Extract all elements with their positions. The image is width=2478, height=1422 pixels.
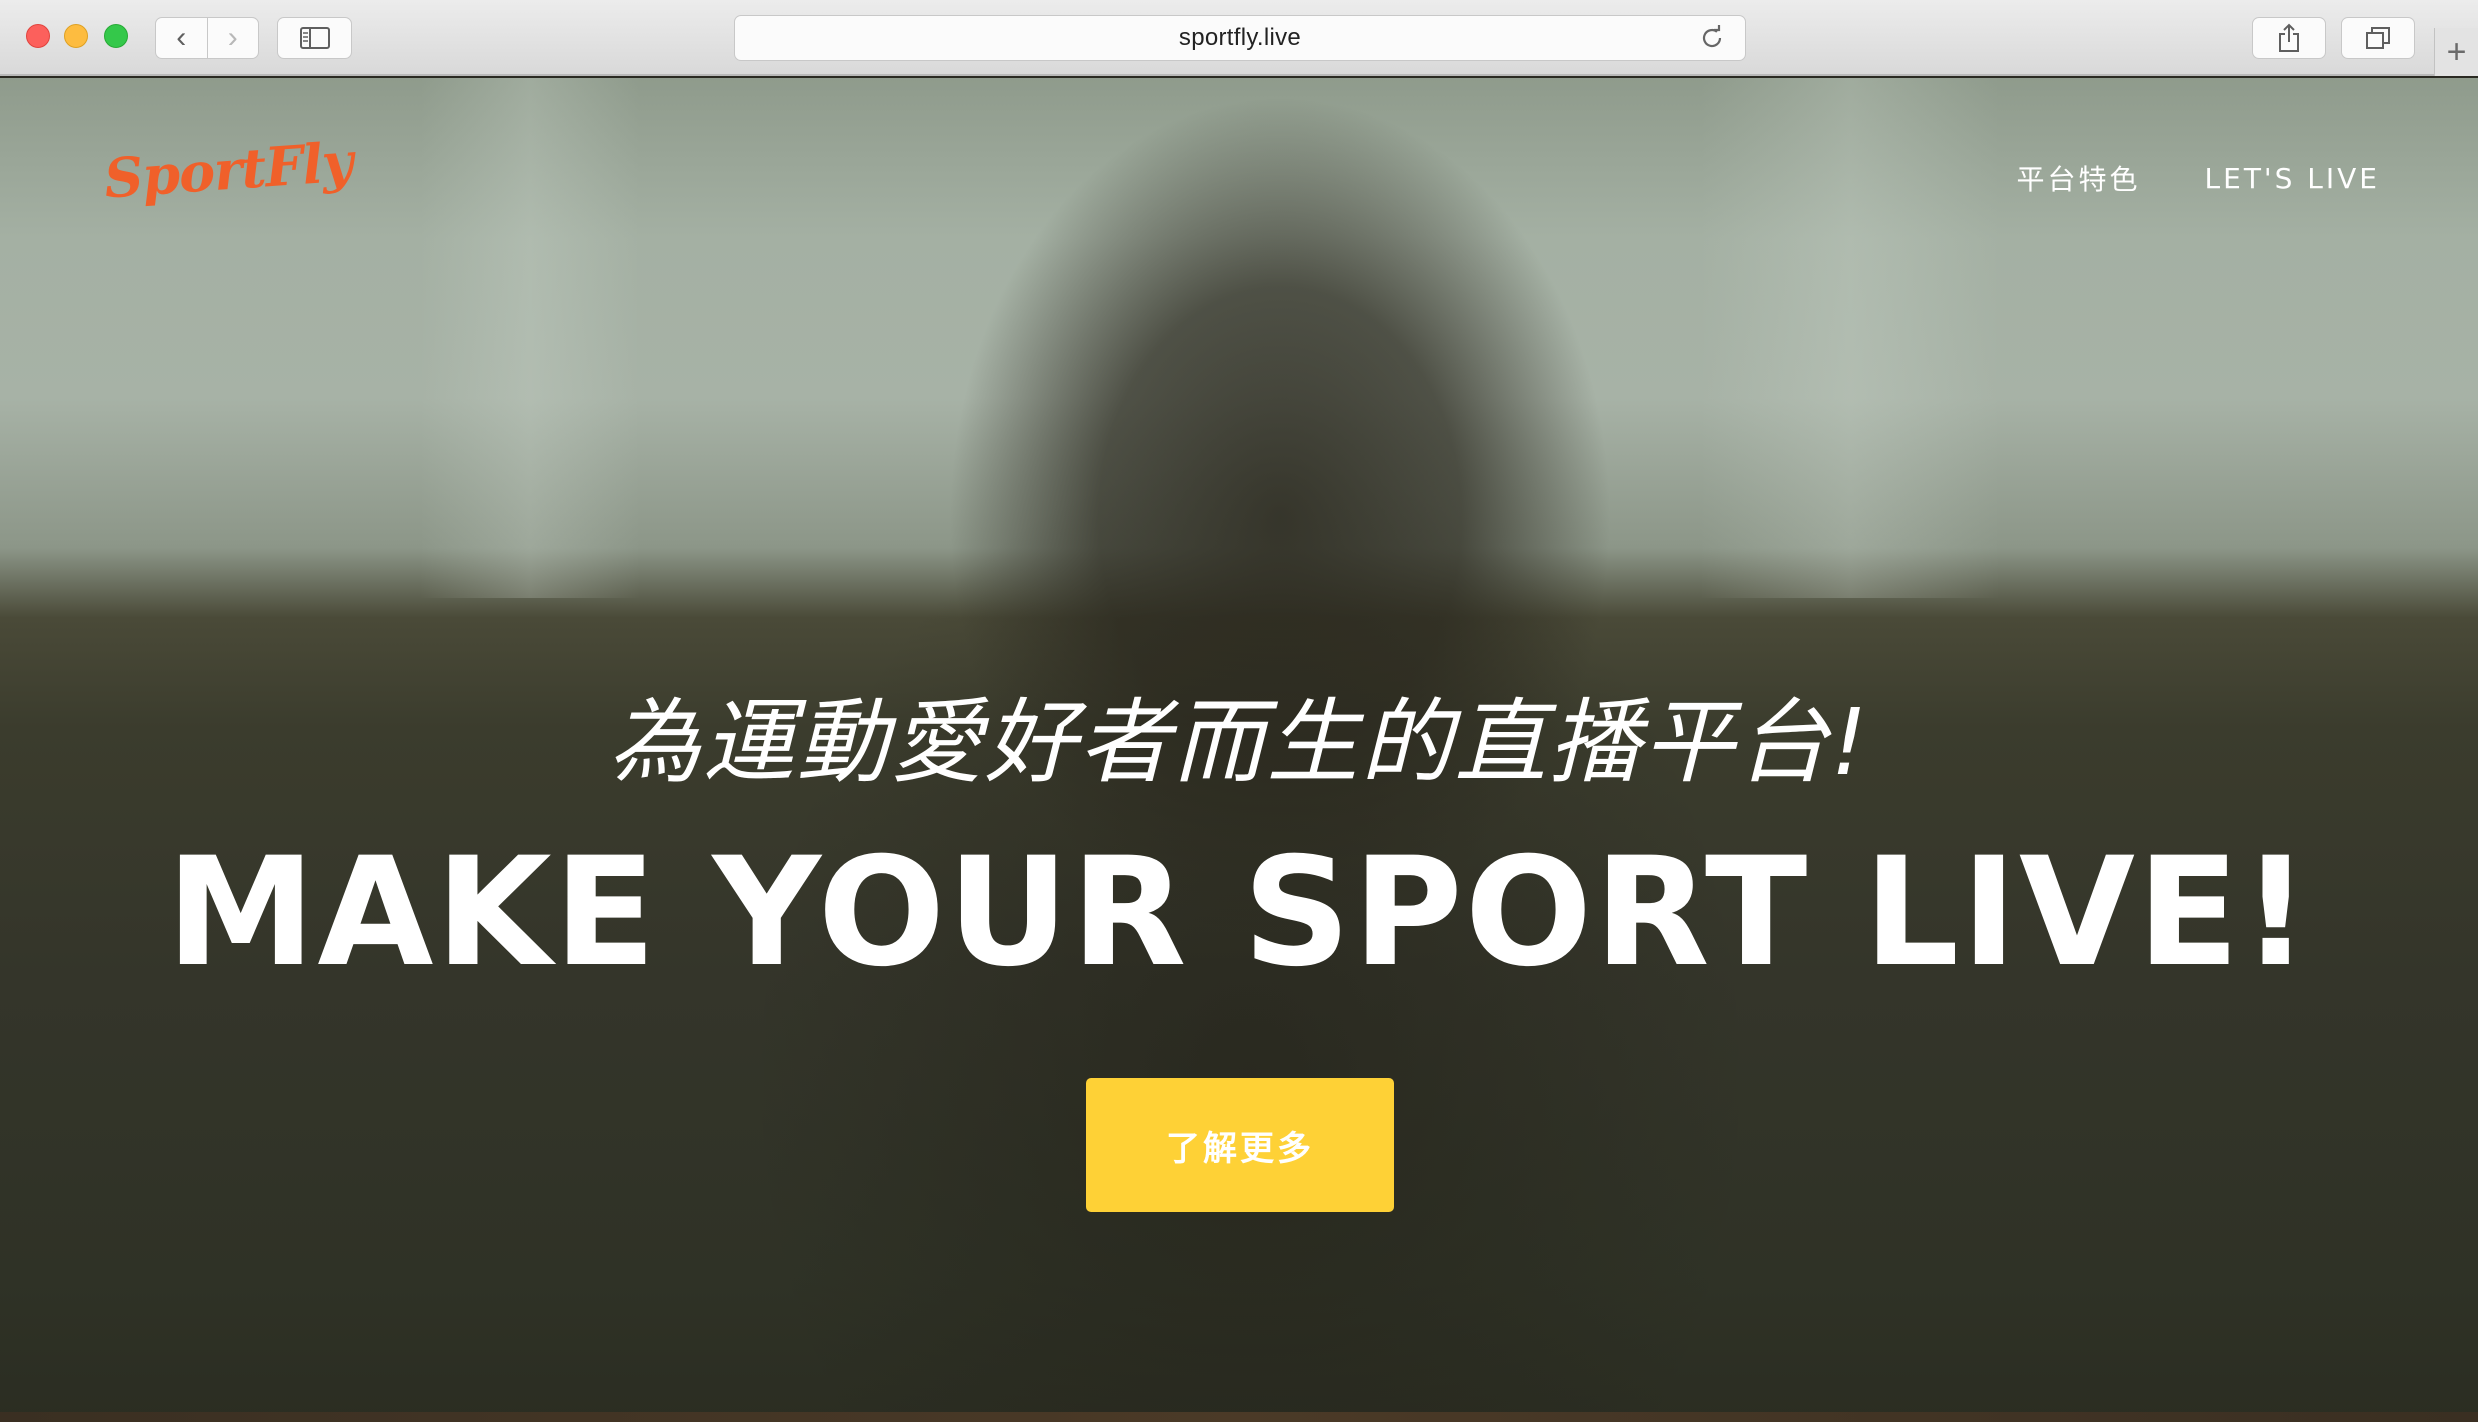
close-window-button[interactable]	[26, 24, 50, 48]
browser-toolbar: ‹ › sportfly.live +	[0, 0, 2478, 76]
forward-button[interactable]: ›	[206, 18, 259, 58]
share-button[interactable]	[2252, 17, 2326, 59]
sidebar-icon	[299, 27, 330, 49]
background-light	[420, 78, 640, 598]
sidebar-toggle-button[interactable]	[277, 17, 352, 59]
back-button[interactable]: ‹	[156, 18, 207, 58]
tabs-overview-icon	[2366, 27, 2390, 49]
reload-icon[interactable]	[1699, 25, 1725, 51]
chevron-right-icon: ›	[227, 21, 238, 54]
hero-subtitle: 為運動愛好者而生的直播平台!	[608, 689, 1870, 796]
page-bottom-edge	[0, 1412, 2478, 1422]
hero-headline: MAKE YOUR SPORT LIVE!	[166, 826, 2312, 1000]
maximize-window-button[interactable]	[104, 24, 128, 48]
site-logo[interactable]: SportFly	[102, 129, 354, 210]
plus-icon: +	[2446, 33, 2467, 71]
new-tab-button[interactable]: +	[2434, 28, 2478, 76]
nav-link-features[interactable]: 平台特色	[2017, 158, 2141, 198]
nav-link-lets-live[interactable]: LET'S LIVE	[2205, 162, 2380, 195]
hero-section: SportFly 平台特色 LET'S LIVE 為運動愛好者而生的直播平台! …	[0, 78, 2478, 1422]
url-text: sportfly.live	[1178, 24, 1302, 51]
background-light	[1700, 78, 2000, 598]
share-icon	[2279, 23, 2299, 52]
minimize-window-button[interactable]	[64, 24, 88, 48]
history-nav-group: ‹ ›	[155, 17, 259, 59]
learn-more-button[interactable]: 了解更多	[1086, 1078, 1394, 1212]
address-bar[interactable]: sportfly.live	[734, 15, 1746, 61]
main-nav: 平台特色 LET'S LIVE	[2017, 158, 2380, 198]
show-tabs-button[interactable]	[2341, 17, 2415, 59]
chevron-left-icon: ‹	[176, 21, 187, 54]
